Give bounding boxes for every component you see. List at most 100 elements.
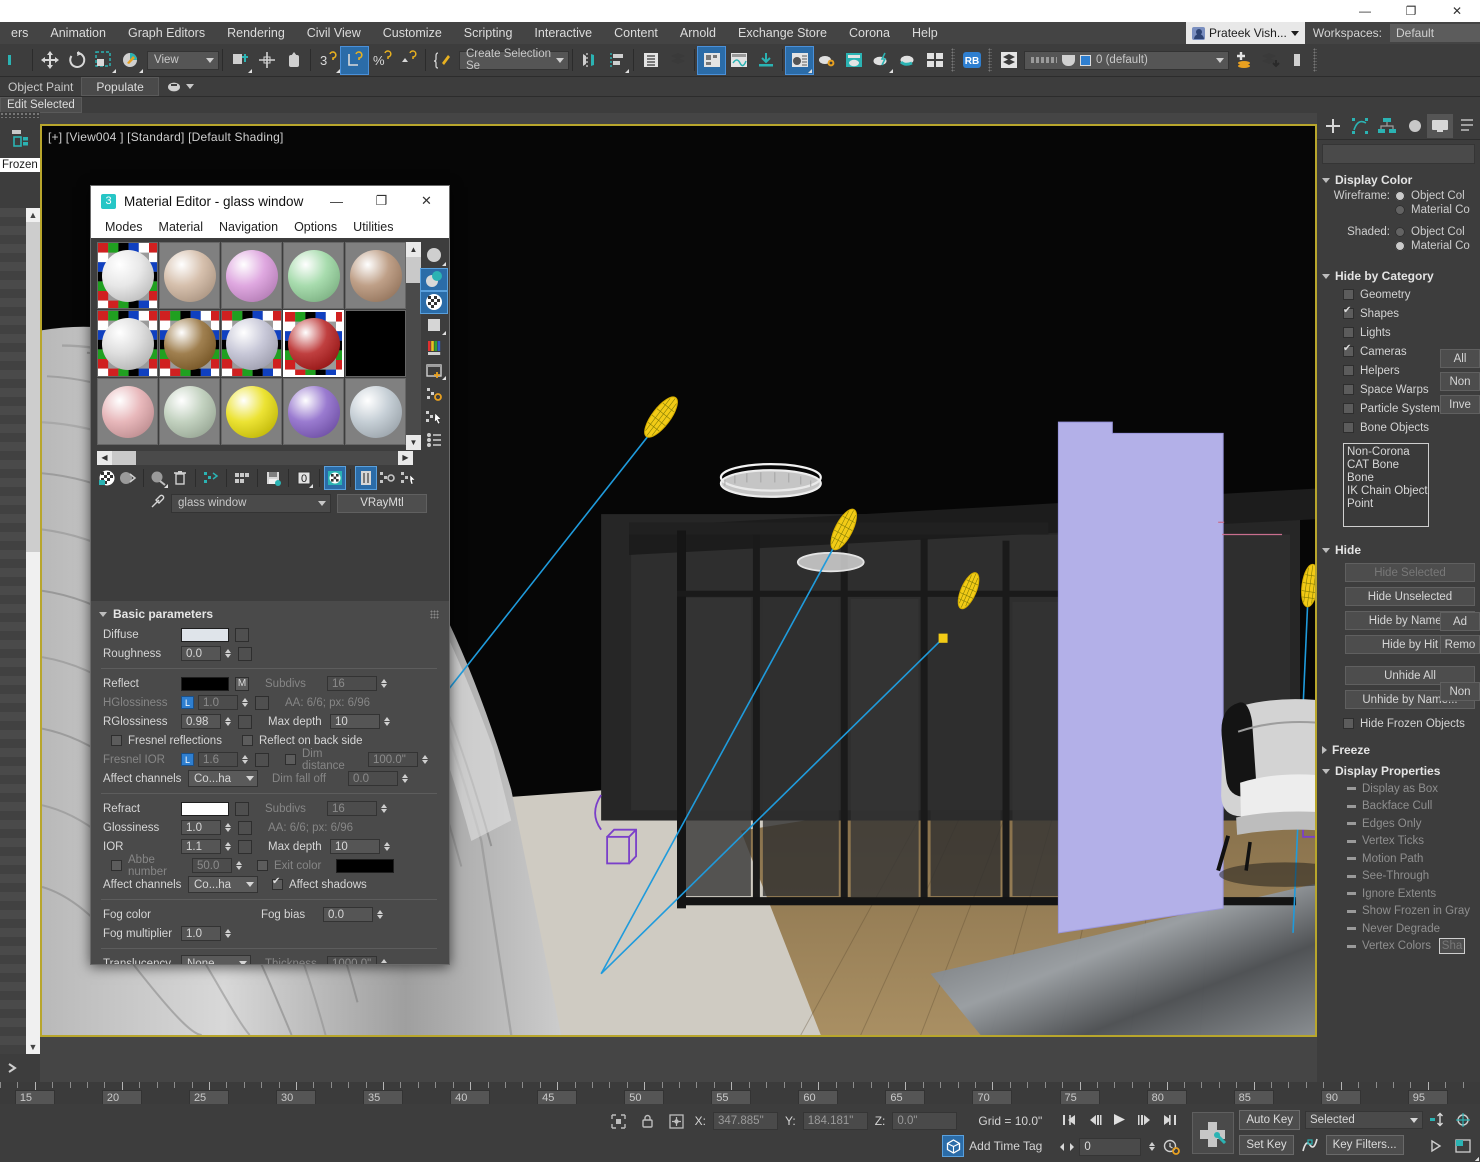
category-row[interactable]: Shapes [1317, 304, 1480, 323]
translucency-select[interactable]: None [181, 955, 251, 964]
rendered-frame-window-icon[interactable] [840, 47, 867, 74]
render-setup-icon[interactable] [813, 47, 840, 74]
add-time-tag-label[interactable]: Add Time Tag [969, 1139, 1042, 1153]
tristate-dash-icon[interactable] [1347, 944, 1356, 948]
material-slot[interactable] [345, 242, 406, 309]
category-checkbox[interactable] [1343, 403, 1354, 414]
key-filters-button[interactable]: Key Filters... [1325, 1135, 1404, 1155]
key-filter-select[interactable]: Selected [1305, 1111, 1423, 1129]
scroll-up-icon[interactable]: ▲ [26, 208, 40, 222]
exit-color-checkbox[interactable] [257, 860, 268, 871]
get-material-icon[interactable] [97, 467, 117, 489]
tristate-dash-icon[interactable] [1347, 857, 1356, 861]
wireframe-object-color-radio[interactable] [1395, 191, 1405, 201]
md-maximize-button[interactable]: ❐ [359, 186, 404, 216]
layer-manager-icon[interactable] [995, 47, 1022, 74]
abbe-number-field[interactable]: 50.0 [192, 858, 232, 873]
refract-subdivs-spinner[interactable] [379, 804, 388, 813]
tab-hierarchy[interactable] [1374, 114, 1400, 138]
default-in-out-tangents-icon[interactable] [1299, 1134, 1479, 1161]
make-material-copy-icon[interactable] [201, 467, 221, 489]
select-scale-icon[interactable] [90, 47, 117, 74]
align-icon[interactable] [603, 47, 630, 74]
display-property-row[interactable]: Display as Box [1317, 780, 1480, 798]
import-icon[interactable] [752, 47, 779, 74]
fog-multiplier-spinner[interactable] [223, 929, 232, 938]
scroll-down-icon[interactable]: ▼ [26, 1040, 40, 1054]
display-property-row[interactable]: Never Degrade [1317, 920, 1480, 938]
md-minimize-button[interactable]: — [314, 186, 359, 216]
select-and-link-icon[interactable] [253, 47, 280, 74]
category-checkbox[interactable] [1343, 305, 1354, 319]
material-type-button[interactable]: VRayMtl [337, 493, 427, 513]
category-checkbox[interactable] [1343, 343, 1354, 357]
material-slot[interactable] [159, 378, 220, 445]
display-property-row[interactable]: Show Frozen in Gray [1317, 903, 1480, 921]
glossiness-map-button[interactable] [238, 820, 252, 835]
affect-shadows-checkbox[interactable] [272, 876, 283, 890]
ruler[interactable]: 15 20 25 30 35 40 45 50 55 60 65 70 75 80 85 90 95 [0, 1082, 1480, 1105]
rglossiness-map-button[interactable] [238, 714, 252, 729]
ior-map-button[interactable] [238, 839, 252, 854]
reflect-map-button[interactable]: M [235, 676, 249, 691]
frozen-column-header[interactable]: Frozen [0, 158, 40, 172]
list-item[interactable]: Bone [1347, 472, 1428, 485]
tristate-dash-icon[interactable] [1347, 874, 1356, 878]
category-button-all[interactable]: All [1440, 349, 1480, 368]
tab-display[interactable] [1427, 113, 1454, 138]
fog-bias-field[interactable]: 0.0 [323, 907, 373, 922]
go-to-end-icon[interactable] [1158, 1109, 1180, 1131]
dim-fall-off-spinner[interactable] [400, 774, 409, 783]
auto-key-button[interactable]: Auto Key [1239, 1110, 1300, 1130]
tristate-dash-icon[interactable] [1347, 787, 1356, 791]
material-slot[interactable] [97, 242, 158, 309]
tristate-dash-icon[interactable] [1347, 909, 1356, 913]
select-by-material-icon[interactable] [421, 406, 447, 427]
material-slot[interactable] [97, 378, 158, 445]
layer-visibility-icon[interactable] [1283, 47, 1310, 74]
category-button-non[interactable]: Non [1440, 372, 1480, 391]
tab-utilities[interactable] [1454, 114, 1480, 138]
curve-editor-icon[interactable] [697, 45, 726, 75]
object-paint-label[interactable]: Object Paint [0, 77, 81, 96]
select-move-icon[interactable] [36, 47, 63, 74]
roughness-map-button[interactable] [238, 646, 252, 661]
fresnel-reflections-checkbox[interactable] [111, 735, 122, 746]
fog-bias-spinner[interactable] [375, 910, 384, 919]
snaps-toggle-icon[interactable]: 3 [314, 47, 341, 74]
scroll-right-icon[interactable]: ▶ [398, 450, 413, 465]
spinner-snap-toggle-icon[interactable] [395, 47, 422, 74]
diffuse-map-button[interactable] [235, 627, 249, 642]
hglossiness-field[interactable]: 1.0 [198, 695, 238, 710]
layer-explorer-icon[interactable] [637, 47, 664, 74]
display-property-row[interactable]: Edges Only [1317, 815, 1480, 833]
hide-frozen-objects-checkbox[interactable] [1343, 718, 1354, 729]
mirror-icon[interactable] [576, 47, 603, 74]
make-unique-icon[interactable] [232, 467, 252, 489]
tristate-dash-icon[interactable] [1347, 822, 1356, 826]
material-slot[interactable] [283, 378, 344, 445]
workspace-select[interactable]: Default [1390, 24, 1480, 42]
list-button-non[interactable]: Non [1440, 682, 1480, 701]
absolute-relative-transform-icon[interactable] [666, 1110, 688, 1132]
category-button-inve[interactable]: Inve [1440, 395, 1480, 414]
affect-channels-refract-select[interactable]: Co...ha [188, 876, 258, 893]
material-name-field[interactable]: glass window [171, 493, 331, 513]
dim-distance-spinner[interactable] [420, 755, 429, 764]
show-map-in-viewport-icon[interactable] [324, 466, 346, 490]
close-button[interactable]: ✕ [1434, 0, 1480, 22]
menu-item-content[interactable]: Content [603, 23, 669, 43]
category-checkbox[interactable] [1343, 365, 1354, 376]
fresnel-ior-field[interactable]: 1.6 [198, 752, 238, 767]
sample-uv-tiling-icon[interactable] [421, 315, 447, 336]
display-property-row[interactable]: See-Through [1317, 868, 1480, 886]
scrollbar-track[interactable] [406, 283, 421, 435]
material-editor-icon[interactable] [785, 45, 814, 75]
md-close-button[interactable]: ✕ [404, 186, 449, 216]
tristate-dash-icon[interactable] [1347, 892, 1356, 896]
hglossiness-spinner[interactable] [240, 698, 249, 707]
dim-distance-field[interactable]: 100.0" [368, 752, 418, 767]
menu-item-animation[interactable]: Animation [39, 23, 117, 43]
menu-item-help[interactable]: Help [901, 23, 949, 43]
video-color-check-icon[interactable] [421, 338, 447, 359]
